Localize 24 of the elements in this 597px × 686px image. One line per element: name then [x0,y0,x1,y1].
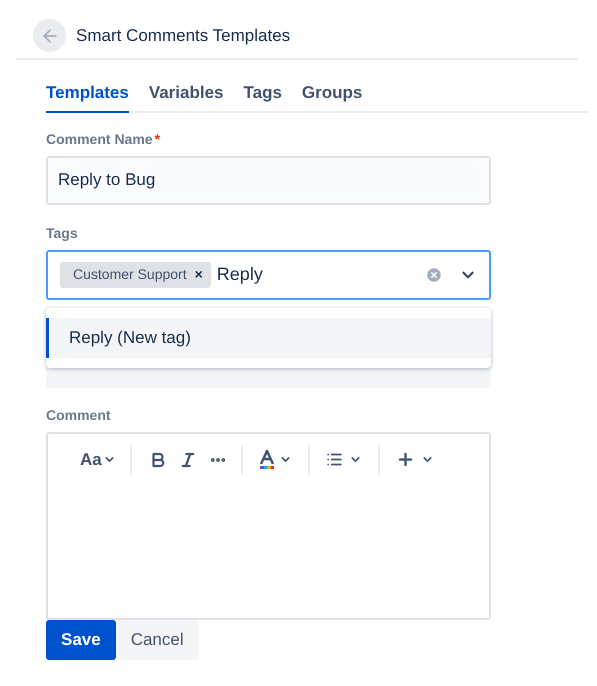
cancel-button[interactable]: Cancel [116,620,199,660]
comment-editor[interactable]: Aa [46,432,491,620]
list-button[interactable] [326,451,362,468]
field-label: Comment Name [46,130,153,148]
tag-input-text: Reply [216,263,264,286]
tag-chip: Customer Support × [60,262,211,288]
italic-icon[interactable] [178,450,197,468]
list-icon [326,451,343,468]
text-color-icon [258,450,275,470]
comment-name-field[interactable]: Reply to Bug [46,156,491,204]
text-style-button[interactable]: Aa [80,446,130,472]
field-label: Comment [46,406,112,424]
page-title: Smart Comments Templates [76,24,290,47]
tab[interactable]: Variables [148,80,224,112]
remove-tag-button[interactable]: × [194,264,203,285]
text-color-button[interactable] [258,450,292,470]
tab[interactable]: Templates [46,80,129,112]
tab[interactable]: Groups [302,80,362,112]
required-mark: * [154,130,160,148]
save-button[interactable]: Save [46,620,116,660]
dropdown-option[interactable]: Reply (New tag) [46,318,491,358]
tags-field[interactable]: Customer Support × Reply [46,250,491,300]
tab[interactable]: Tags [244,80,282,112]
field-label: Tags [46,224,79,243]
